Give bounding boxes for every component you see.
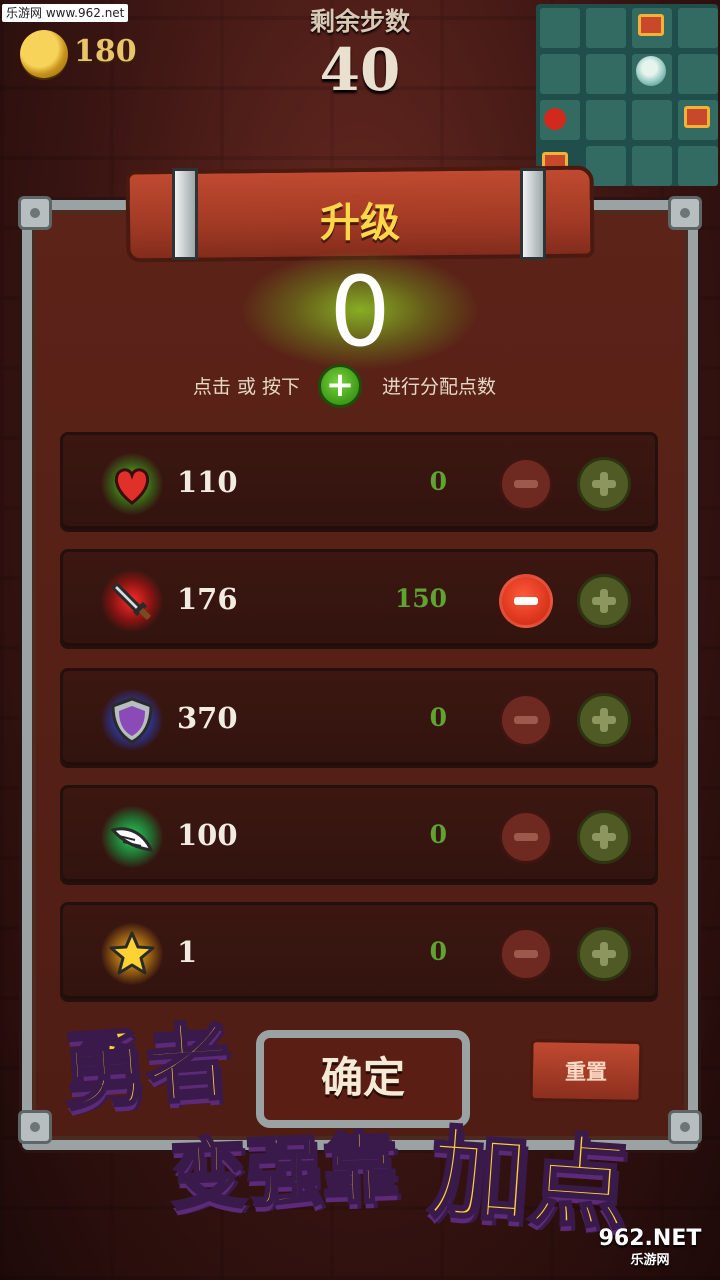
decrease-button[interactable]: [499, 693, 553, 747]
plus-icon-vertical: [600, 472, 608, 496]
stat-added: 0: [429, 820, 447, 849]
stat-added: 0: [429, 937, 447, 966]
minus-icon: [514, 480, 538, 488]
bolt-icon: [668, 1110, 702, 1144]
decrease-button[interactable]: [499, 457, 553, 511]
stat-added: 0: [429, 467, 447, 496]
increase-button[interactable]: [577, 693, 631, 747]
stat-row-defense: 370 0: [60, 668, 658, 768]
stat-added: 150: [394, 584, 447, 613]
minimap-cell: [632, 146, 672, 186]
plus-icon-vertical: [600, 825, 608, 849]
stat-row-attack: 176 150: [60, 549, 658, 649]
increase-button[interactable]: [577, 574, 631, 628]
available-points: 0: [329, 256, 391, 368]
heart-icon: [101, 453, 163, 515]
hint-plus-icon: +: [318, 364, 362, 408]
minimap-enemy-icon: [544, 108, 566, 130]
slogan-line-2: 变强靠: [167, 1122, 401, 1222]
decrease-button[interactable]: [499, 927, 553, 981]
increase-button[interactable]: [577, 927, 631, 981]
stat-value: 110: [177, 465, 238, 499]
steps-value: 40: [319, 36, 401, 104]
steps-label: 剩余步数: [309, 7, 410, 36]
minimap-cell: [586, 100, 626, 140]
minimap-cell: [632, 100, 672, 140]
plus-icon-vertical: [600, 708, 608, 732]
hint-text-after: 进行分配点数: [382, 376, 497, 398]
star-icon: [101, 923, 163, 985]
watermark-top-left: 乐游网 www.962.net: [2, 4, 129, 22]
minus-icon: [514, 833, 538, 841]
reset-button-label: 重置: [565, 1060, 607, 1084]
decrease-button[interactable]: [499, 574, 553, 628]
plus-icon-vertical: [600, 942, 608, 966]
coin-count: 180: [74, 34, 137, 69]
stat-row-health: 110 0: [60, 432, 658, 532]
minimap-chest-icon: [638, 14, 664, 36]
panel-title: 升级: [320, 200, 400, 246]
watermark-bottom-right: 962.NET 乐游网: [584, 1228, 716, 1276]
watermark-main: 962.NET: [598, 1226, 702, 1251]
shield-icon: [101, 689, 163, 751]
increase-button[interactable]: [577, 810, 631, 864]
bolt-icon: [18, 196, 52, 230]
plus-icon-vertical: [600, 589, 608, 613]
stat-value: 1: [177, 935, 198, 969]
stat-row-speed: 100 0: [60, 785, 658, 885]
minimap-cell: [586, 54, 626, 94]
minimap-cell: [540, 54, 580, 94]
stat-value: 370: [177, 701, 238, 735]
minimap-cell: [540, 8, 580, 48]
bolt-icon: [18, 1110, 52, 1144]
hint-text-before: 点击 或 按下: [192, 376, 300, 398]
stat-added: 0: [429, 703, 447, 732]
bolt-icon: [668, 196, 702, 230]
slogan-line-1: 勇者: [58, 1011, 235, 1123]
minimap-cell: [586, 8, 626, 48]
minimap-cell: [678, 54, 718, 94]
stat-row-luck: 1 0: [60, 902, 658, 1002]
minimap-portal-icon: [636, 56, 666, 86]
minimap-chest-icon: [684, 106, 710, 128]
wing-icon: [101, 806, 163, 868]
stat-value: 100: [177, 818, 238, 852]
minimap-cell: [678, 146, 718, 186]
minimap-cell: [678, 8, 718, 48]
increase-button[interactable]: [577, 457, 631, 511]
minus-icon: [514, 716, 538, 724]
watermark-sub: 乐游网: [630, 1253, 670, 1268]
sword-icon: [101, 570, 163, 632]
minus-icon: [514, 950, 538, 958]
minus-icon: [514, 597, 538, 605]
coin-icon: [20, 30, 68, 78]
minimap[interactable]: [536, 4, 718, 186]
decrease-button[interactable]: [499, 810, 553, 864]
stat-value: 176: [177, 582, 238, 616]
